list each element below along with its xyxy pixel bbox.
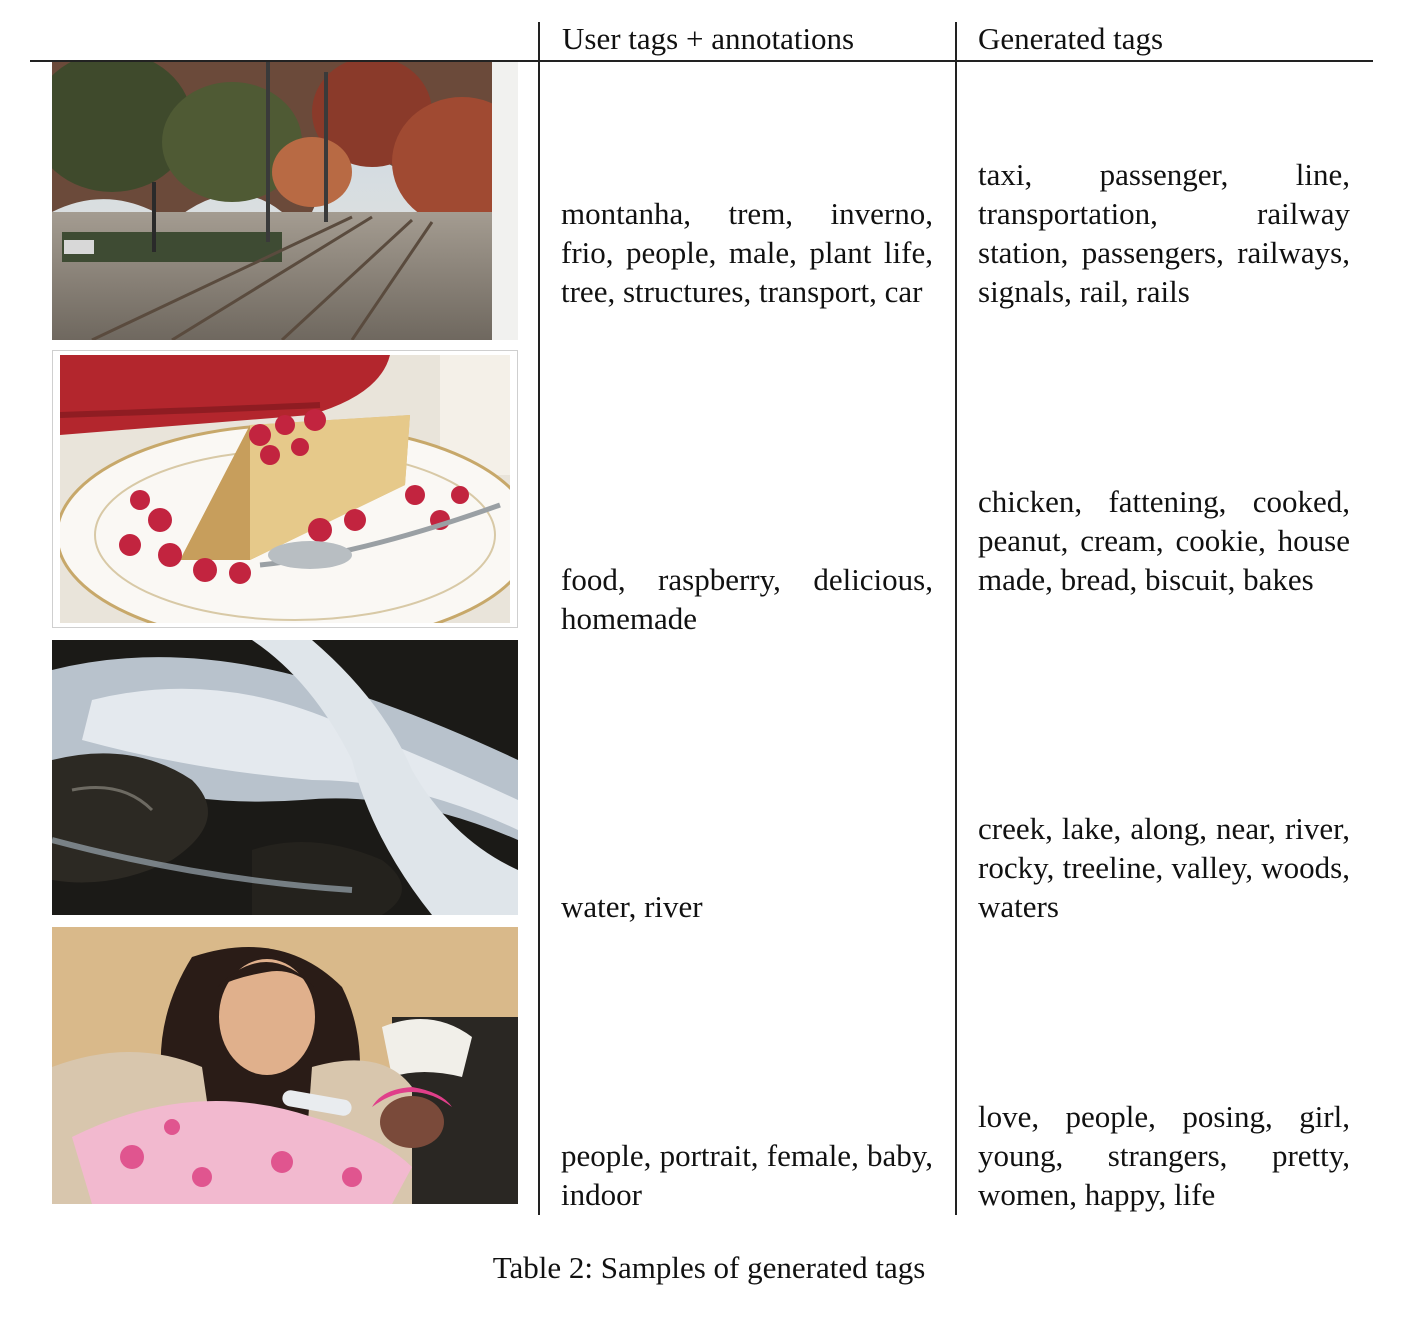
header-user-tags: User tags + annotations bbox=[562, 21, 855, 56]
user-tags-cell: montanha, trem, inverno, frio, people, m… bbox=[561, 196, 933, 309]
user-tags-cell: food, raspberry, delicious, homemade bbox=[561, 562, 933, 636]
column-rule-1 bbox=[538, 22, 540, 1215]
header-generated-tags: Generated tags bbox=[978, 21, 1164, 56]
photo-raspberry-cake bbox=[52, 350, 518, 628]
table-caption: Table 2: Samples of generated tags bbox=[492, 1250, 926, 1285]
user-tags-cell: people, portrait, female, baby, indoor bbox=[561, 1138, 933, 1212]
user-tags-cell: water, river bbox=[561, 889, 703, 924]
photo-river-water bbox=[52, 640, 518, 915]
photo-railway bbox=[52, 62, 518, 340]
generated-tags-cell: taxi, passenger, line, transportation, r… bbox=[978, 157, 1350, 309]
photo-woman-baby bbox=[52, 927, 518, 1204]
column-rule-2 bbox=[955, 22, 957, 1215]
generated-tags-cell: creek, lake, along, near, river, rocky, … bbox=[978, 811, 1350, 924]
generated-tags-cell: love, people, posing, girl, young, stran… bbox=[978, 1099, 1350, 1212]
generated-tags-cell: chicken, fattening, cooked, peanut, crea… bbox=[978, 484, 1350, 597]
